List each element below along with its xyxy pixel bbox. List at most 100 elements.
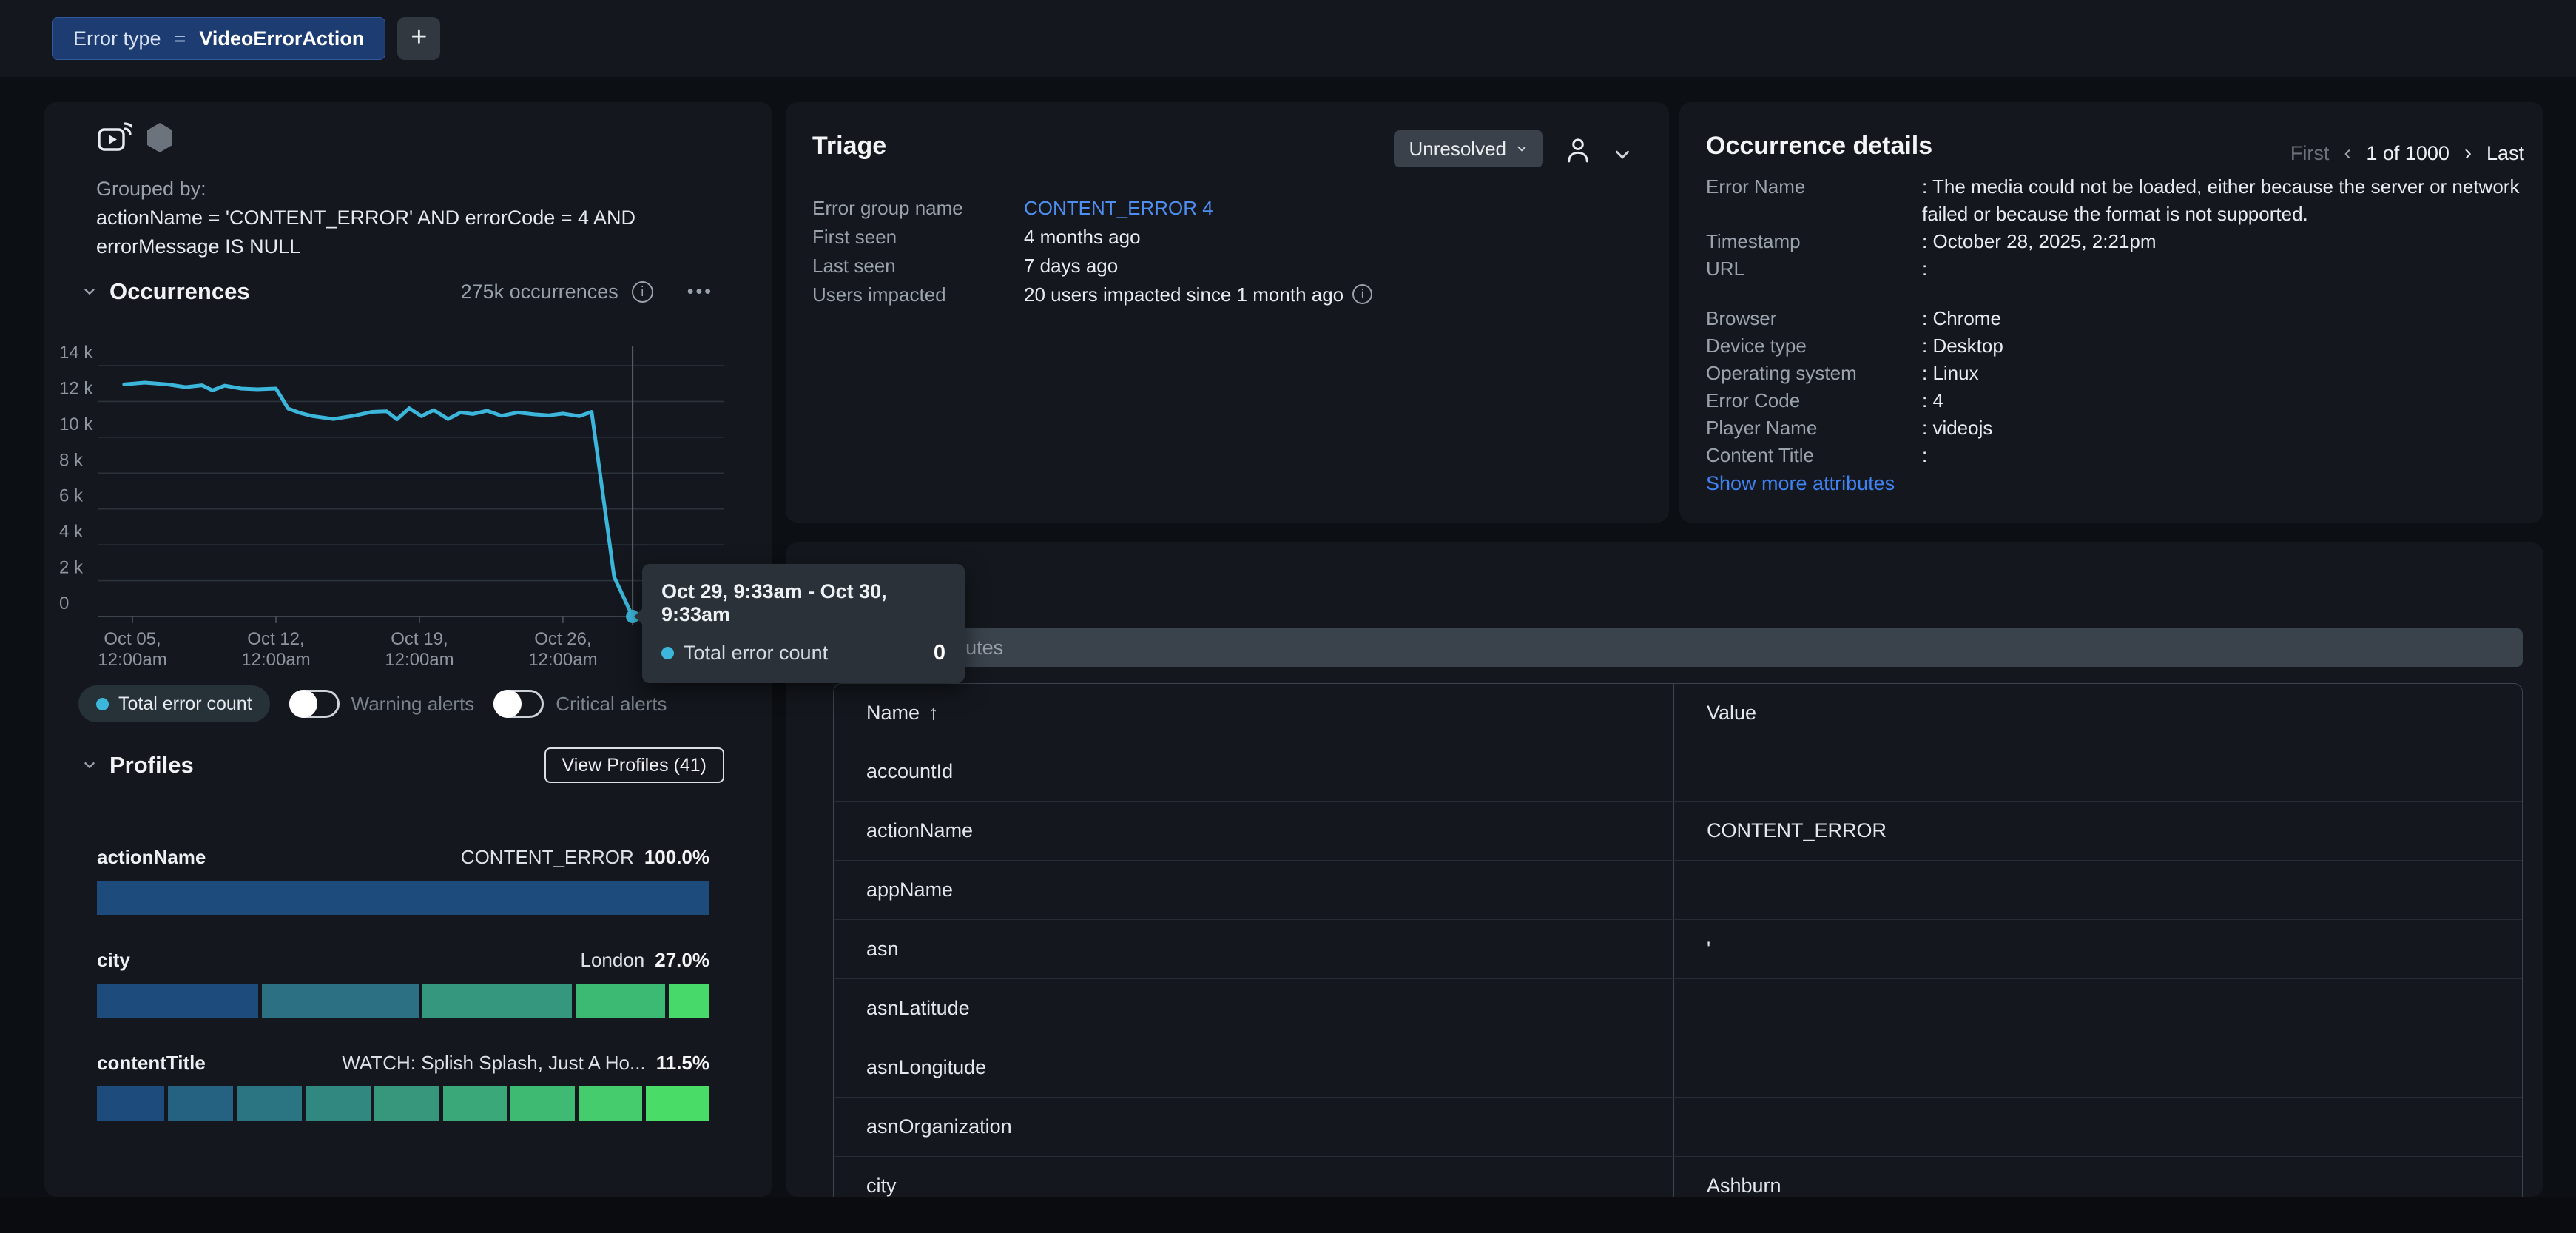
warning-alerts-label: Warning alerts: [351, 693, 475, 716]
status-dropdown[interactable]: Unresolved: [1394, 130, 1543, 167]
detail-row: Operating system: Linux: [1706, 360, 2520, 387]
attribute-row[interactable]: asnOrganization: [834, 1097, 2522, 1156]
profile-row: actionNameCONTENT_ERROR100.0%: [97, 846, 709, 915]
detail-row: Error group nameCONTENT_ERROR 4: [812, 194, 1633, 223]
profile-bar-segment[interactable]: [579, 1086, 642, 1121]
detail-value: : 4: [1922, 387, 1943, 414]
detail-value-cell: CONTENT_ERROR 4: [1024, 194, 1213, 223]
tooltip-arrow: [634, 608, 643, 625]
attribute-name-cell: asnLongitude: [834, 1056, 1673, 1079]
detail-value-cell: : The media could not be loaded, either …: [1922, 173, 2520, 228]
attribute-name-cell: accountId: [834, 760, 1673, 783]
occurrence-pagination: First ‹ 1 of 1000 › Last: [2290, 141, 2524, 166]
attribute-row[interactable]: appName: [834, 860, 2522, 919]
detail-row: Error Code: 4: [1706, 387, 2520, 414]
profile-bar-segment[interactable]: [422, 984, 572, 1018]
detail-row: Browser: Chrome: [1706, 305, 2520, 332]
tooltip-date-range: Oct 29, 9:33am - Oct 30, 9:33am: [661, 580, 945, 626]
svg-text:14 k: 14 k: [59, 343, 93, 363]
detail-label: Player Name: [1706, 414, 1922, 442]
attribute-row[interactable]: accountId: [834, 742, 2522, 801]
pagination-current: 1 of 1000: [2366, 142, 2449, 165]
show-more-attributes-link[interactable]: Show more attributes: [1706, 472, 1895, 495]
detail-row: Player Name: videojs: [1706, 414, 2520, 442]
profile-bar-segment[interactable]: [168, 1086, 233, 1121]
profile-bar-segment[interactable]: [646, 1086, 709, 1121]
detail-label: Browser: [1706, 305, 1922, 332]
occurrence-details-panel: Occurrence details First ‹ 1 of 1000 › L…: [1679, 102, 2543, 523]
attribute-row[interactable]: asnLatitude: [834, 978, 2522, 1038]
attribute-row[interactable]: cityAshburn: [834, 1156, 2522, 1197]
profile-bar-segment[interactable]: [374, 1086, 439, 1121]
svg-text:12:00am: 12:00am: [98, 650, 166, 670]
attribute-value-cell: CONTENT_ERROR: [1673, 802, 2522, 860]
occurrences-collapse-chevron-icon[interactable]: [81, 283, 98, 300]
pagination-prev-icon[interactable]: ‹: [2344, 141, 2351, 166]
attribute-name-cell: asn: [834, 938, 1673, 961]
detail-value: 20 users impacted since 1 month ago: [1024, 280, 1343, 309]
profile-bar-segment[interactable]: [669, 984, 709, 1018]
pagination-first[interactable]: First: [2290, 142, 2329, 165]
profile-top-percent: 27.0%: [655, 949, 709, 972]
detail-value: :: [1922, 255, 1927, 283]
column-header-name[interactable]: Name: [866, 702, 920, 725]
detail-row: URL:: [1706, 255, 2520, 283]
profile-bar[interactable]: [97, 984, 709, 1018]
critical-alerts-toggle[interactable]: [493, 690, 544, 718]
attribute-row[interactable]: asn': [834, 919, 2522, 978]
search-attributes-input[interactable]: [852, 636, 2509, 659]
filter-bar: Error type = VideoErrorAction +: [0, 0, 2576, 77]
svg-text:12 k: 12 k: [59, 378, 93, 398]
add-filter-button[interactable]: +: [397, 17, 440, 60]
attribute-name-cell: actionName: [834, 819, 1673, 842]
profile-bar-segment[interactable]: [262, 984, 419, 1018]
warning-alerts-toggle[interactable]: [289, 690, 340, 718]
attribute-row[interactable]: actionNameCONTENT_ERROR: [834, 801, 2522, 860]
profile-bar-segment[interactable]: [443, 1086, 508, 1121]
detail-row: Device type: Desktop: [1706, 332, 2520, 360]
occurrences-more-menu-icon[interactable]: •••: [687, 281, 713, 303]
svg-text:0: 0: [59, 594, 69, 614]
detail-label: Error Name: [1706, 173, 1922, 228]
profile-top-percent: 100.0%: [644, 846, 709, 869]
svg-text:12:00am: 12:00am: [528, 650, 597, 670]
profile-bar-segment[interactable]: [237, 1086, 302, 1121]
info-icon[interactable]: i: [1352, 284, 1372, 304]
detail-row: Users impacted20 users impacted since 1 …: [812, 280, 1633, 309]
attribute-value-cell: [1673, 742, 2522, 801]
assignee-person-icon[interactable]: [1562, 135, 1594, 166]
profile-bar-segment[interactable]: [576, 984, 665, 1018]
detail-value-cell: : Chrome: [1922, 305, 2001, 332]
error-group-link[interactable]: CONTENT_ERROR 4: [1024, 194, 1213, 223]
svg-text:Oct 26,: Oct 26,: [534, 629, 591, 649]
pagination-next-icon[interactable]: ›: [2464, 141, 2472, 166]
profile-bar-segment[interactable]: [306, 1086, 371, 1121]
svg-text:Oct 12,: Oct 12,: [247, 629, 304, 649]
filter-pill-error-type[interactable]: Error type = VideoErrorAction: [52, 17, 385, 60]
legend-total-error-count[interactable]: Total error count: [78, 685, 270, 722]
occurrences-info-icon[interactable]: i: [632, 281, 653, 303]
column-header-value[interactable]: Value: [1673, 684, 2522, 742]
attribute-value-cell: [1673, 861, 2522, 919]
pagination-last[interactable]: Last: [2486, 142, 2524, 165]
detail-value-cell: :: [1922, 442, 1927, 469]
profile-bar-segment[interactable]: [510, 1086, 575, 1121]
sort-ascending-icon[interactable]: ↑: [928, 702, 939, 725]
attribute-row[interactable]: asnLongitude: [834, 1038, 2522, 1097]
profile-bar-segment[interactable]: [97, 881, 709, 915]
search-attributes-bar: [806, 628, 2523, 667]
detail-value-cell: 7 days ago: [1024, 252, 1118, 280]
grouped-by-label: Grouped by:: [96, 175, 688, 204]
tooltip-series-dot: [661, 647, 674, 659]
attribute-name-cell: city: [834, 1175, 1673, 1197]
profile-bar[interactable]: [97, 881, 709, 915]
status-dropdown-value: Unresolved: [1409, 138, 1506, 161]
view-profiles-button[interactable]: View Profiles (41): [544, 747, 724, 783]
profile-bar-segment[interactable]: [97, 1086, 164, 1121]
profiles-collapse-chevron-icon[interactable]: [81, 757, 98, 773]
svg-text:12:00am: 12:00am: [241, 650, 310, 670]
triage-collapse-chevron-icon[interactable]: [1611, 144, 1633, 166]
profile-bar-segment[interactable]: [97, 984, 258, 1018]
profile-bar[interactable]: [97, 1086, 709, 1121]
detail-value: : Desktop: [1922, 332, 2003, 360]
